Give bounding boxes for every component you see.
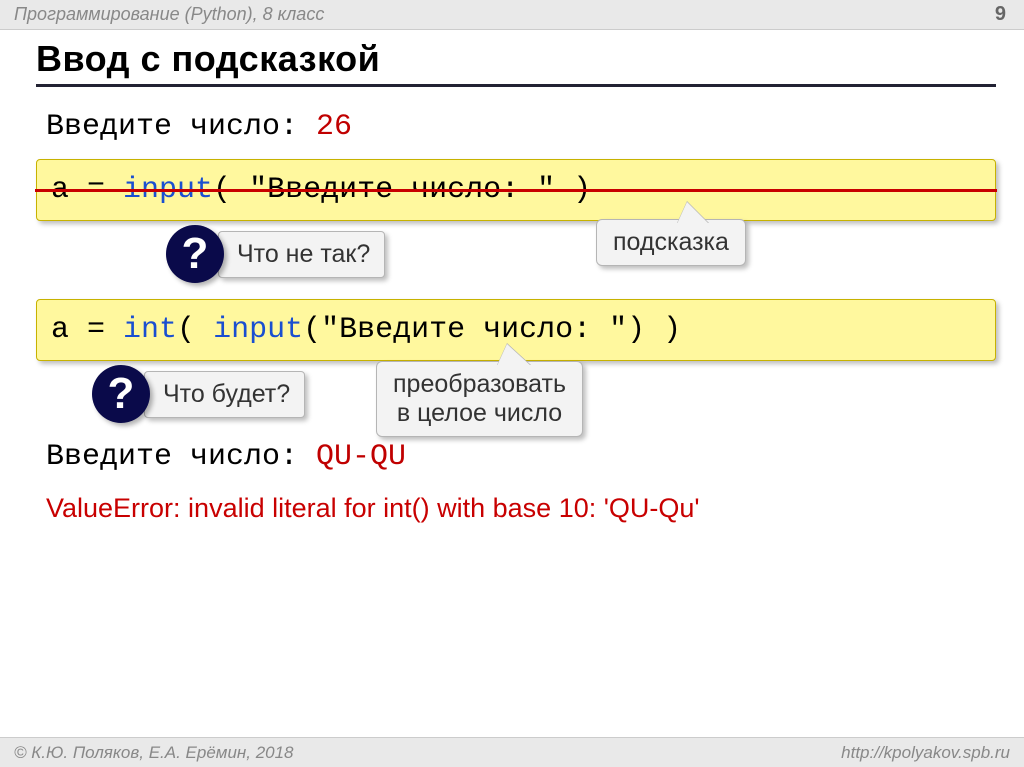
slide-body: Ввод с подсказкой Введите число: 26 a = … bbox=[0, 30, 1024, 524]
code-box-1: a = input( "Введите число: " ) bbox=[36, 159, 996, 221]
user-input-1: 26 bbox=[316, 110, 352, 144]
top-bar: Программирование (Python), 8 класс 9 bbox=[0, 0, 1024, 30]
convert-line2: в целое число bbox=[397, 399, 562, 427]
code-lhs-2: a bbox=[51, 313, 69, 347]
prompt-line-2: Введите число: QU-QU bbox=[46, 439, 996, 475]
hint-text: подсказка bbox=[613, 228, 729, 256]
func-int: int bbox=[123, 313, 177, 347]
user-input-2: QU-QU bbox=[316, 440, 406, 474]
question-bubble-2: ? Что будет? bbox=[92, 365, 305, 423]
prompt-text: Введите число: bbox=[46, 110, 316, 144]
question-bubble-1: ? Что не так? bbox=[166, 225, 385, 283]
open-inner: ( bbox=[303, 313, 321, 347]
error-message: ValueError: invalid literal for int() wi… bbox=[46, 493, 996, 524]
page-title: Ввод с подсказкой bbox=[36, 38, 996, 87]
copyright: © К.Ю. Поляков, Е.А. Ерёмин, 2018 bbox=[14, 743, 294, 763]
question-icon-2: ? bbox=[92, 365, 150, 423]
code-row-2: a = int( input("Введите число: ") ) прео… bbox=[36, 299, 996, 361]
footer-bar: © К.Ю. Поляков, Е.А. Ерёмин, 2018 http:/… bbox=[0, 737, 1024, 767]
hint-callout: подсказка bbox=[596, 219, 746, 266]
open-outer: ( bbox=[177, 313, 213, 347]
prompt-line-1: Введите число: 26 bbox=[46, 109, 996, 145]
question-text-1: Что не так? bbox=[218, 231, 385, 278]
strikethrough bbox=[35, 189, 997, 192]
callout-tail-2 bbox=[497, 344, 531, 366]
code-row-1: a = input( "Введите число: " ) подсказка… bbox=[36, 159, 996, 221]
code-assign-2: = bbox=[69, 313, 123, 347]
callout-tail bbox=[677, 202, 709, 224]
question-icon: ? bbox=[166, 225, 224, 283]
close-inner: ) bbox=[627, 313, 645, 347]
prompt-text-2: Введите число: bbox=[46, 440, 316, 474]
footer-url: http://kpolyakov.spb.ru bbox=[841, 743, 1010, 763]
page-number: 9 bbox=[995, 3, 1006, 26]
course-label: Программирование (Python), 8 класс bbox=[14, 4, 324, 25]
question-text-2: Что будет? bbox=[144, 371, 305, 418]
convert-line1: преобразовать bbox=[393, 370, 566, 398]
arg-2: "Введите число: " bbox=[321, 313, 627, 347]
func-input-2: input bbox=[213, 313, 303, 347]
convert-callout: преобразовать в целое число bbox=[376, 361, 583, 437]
close-outer: ) bbox=[645, 313, 681, 347]
